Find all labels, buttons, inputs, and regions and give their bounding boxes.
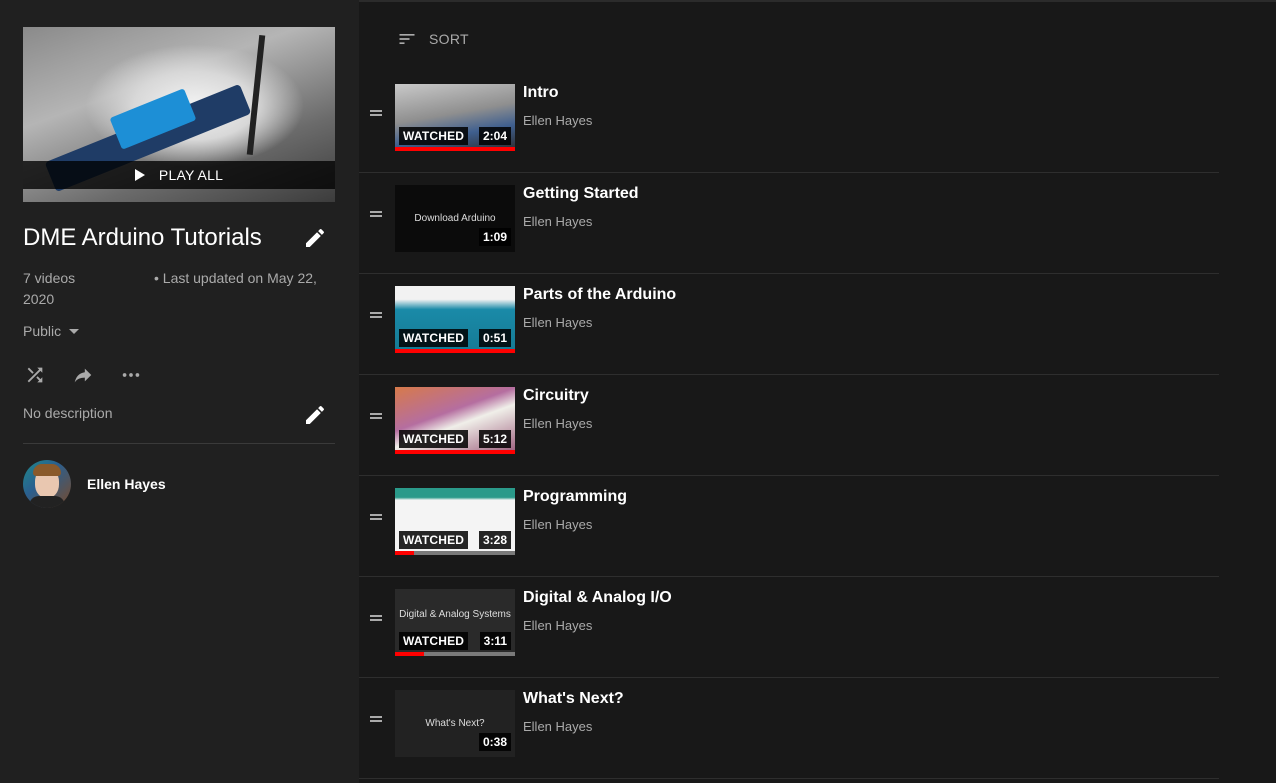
avatar-shirt: [29, 496, 65, 508]
duration-badge: 3:11: [479, 632, 511, 650]
video-channel[interactable]: Ellen Hayes: [523, 719, 592, 734]
duration-badge: 0:51: [478, 329, 511, 347]
duration-badge: 2:04: [478, 127, 511, 145]
edit-title-button[interactable]: [303, 226, 327, 250]
video-row[interactable]: WATCHED 0:51 Parts of the Arduino Ellen Hay…: [359, 274, 1219, 375]
watch-progress-bar: [395, 551, 515, 555]
play-icon: [134, 169, 145, 181]
video-channel[interactable]: Ellen Hayes: [523, 416, 592, 431]
shuffle-icon: [27, 367, 43, 383]
duration-badge: 0:38: [478, 733, 511, 751]
pencil-icon: [306, 405, 325, 424]
video-channel[interactable]: Ellen Hayes: [523, 618, 592, 633]
playlist-owner[interactable]: Ellen Hayes: [23, 460, 166, 508]
video-channel[interactable]: Ellen Hayes: [523, 214, 592, 229]
last-updated-year: 2020: [23, 291, 55, 307]
duration-badge: 5:12: [478, 430, 511, 448]
video-row[interactable]: WATCHED 3:28 Programming Ellen Hayes: [359, 476, 1219, 577]
thumbnail-caption: Download Arduino: [414, 213, 496, 224]
privacy-label: Public: [23, 323, 62, 339]
video-title[interactable]: Programming: [523, 488, 627, 506]
playlist-sidebar: PLAY ALL DME Arduino Tutorials 7 videos …: [0, 0, 359, 783]
thumbnail-caption: Digital & Analog Systems: [399, 609, 511, 620]
video-thumbnail[interactable]: WATCHED 5:12: [395, 387, 515, 454]
watched-badge: WATCHED: [399, 329, 469, 347]
watch-progress-bar: [395, 652, 515, 656]
play-all-button[interactable]: PLAY ALL: [23, 161, 335, 189]
last-updated: • Last updated on May 22,: [154, 270, 317, 286]
watch-progress-fill: [395, 349, 515, 353]
watch-progress-bar: [395, 450, 515, 454]
thumbnail-caption: What's Next?: [425, 718, 485, 729]
playlist-description: No description: [23, 405, 113, 421]
video-thumbnail[interactable]: What's Next? 0:38: [395, 690, 515, 757]
edit-description-button[interactable]: [303, 403, 327, 427]
watched-badge: WATCHED: [399, 430, 469, 448]
watch-progress-fill: [395, 147, 515, 151]
duration-badge: 1:09: [478, 228, 511, 246]
playlist-title: DME Arduino Tutorials: [23, 224, 262, 251]
video-row[interactable]: Digital & Analog Systems WATCHED 3:11 Digit…: [359, 577, 1219, 678]
video-channel[interactable]: Ellen Hayes: [523, 315, 592, 330]
share-icon: [74, 368, 92, 383]
sort-icon: [399, 34, 415, 44]
video-channel[interactable]: Ellen Hayes: [523, 517, 592, 532]
video-row[interactable]: WATCHED 2:04 Intro Ellen Hayes: [359, 72, 1219, 173]
duration-badge: 3:28: [478, 531, 511, 549]
video-thumbnail[interactable]: WATCHED 3:28: [395, 488, 515, 555]
watched-badge: WATCHED: [399, 632, 469, 650]
watch-progress-fill: [395, 652, 424, 656]
owner-name[interactable]: Ellen Hayes: [87, 476, 166, 492]
video-title[interactable]: Getting Started: [523, 185, 639, 203]
video-list-panel: SORT WATCHED 2:04 Intro Ellen Hayes Download…: [359, 0, 1276, 783]
drag-handle-icon[interactable]: [370, 211, 382, 217]
video-channel[interactable]: Ellen Hayes: [523, 113, 592, 128]
drag-handle-icon[interactable]: [370, 615, 382, 621]
video-thumbnail[interactable]: WATCHED 0:51: [395, 286, 515, 353]
avatar[interactable]: [23, 460, 71, 508]
watch-progress-fill: [395, 551, 415, 555]
shuffle-button[interactable]: [23, 363, 47, 387]
video-title[interactable]: What's Next?: [523, 690, 624, 708]
play-all-label: PLAY ALL: [158, 167, 224, 183]
share-button[interactable]: [71, 363, 95, 387]
video-thumbnail[interactable]: Download Arduino 1:09: [395, 185, 515, 252]
more-horiz-icon: [122, 373, 140, 377]
video-title[interactable]: Intro: [523, 84, 559, 102]
video-row[interactable]: WATCHED 5:12 Circuitry Ellen Hayes: [359, 375, 1219, 476]
video-thumbnail[interactable]: Digital & Analog Systems WATCHED 3:11: [395, 589, 515, 656]
watch-progress-bar: [395, 147, 515, 151]
watched-badge: WATCHED: [399, 531, 469, 549]
more-options-button[interactable]: [119, 363, 143, 387]
video-title[interactable]: Parts of the Arduino: [523, 286, 676, 304]
video-thumbnail[interactable]: WATCHED 2:04: [395, 84, 515, 151]
caret-down-icon: [69, 329, 80, 334]
watch-progress-fill: [395, 450, 515, 454]
pencil-icon: [306, 228, 325, 247]
watched-badge: WATCHED: [399, 127, 469, 145]
video-row[interactable]: What's Next? 0:38 What's Next? Ellen Hayes: [359, 678, 1219, 779]
drag-handle-icon[interactable]: [370, 110, 382, 116]
drag-handle-icon[interactable]: [370, 514, 382, 520]
video-title[interactable]: Digital & Analog I/O: [523, 589, 672, 607]
watch-progress-bar: [395, 349, 515, 353]
playlist-actions: [23, 363, 143, 387]
divider: [23, 443, 335, 444]
drag-handle-icon[interactable]: [370, 312, 382, 318]
privacy-dropdown[interactable]: Public: [23, 323, 80, 339]
video-count: 7 videos: [23, 270, 76, 286]
video-row[interactable]: Download Arduino 1:09 Getting Started Ellen…: [359, 173, 1219, 274]
playlist-thumbnail[interactable]: PLAY ALL: [23, 27, 335, 202]
video-title[interactable]: Circuitry: [523, 387, 589, 405]
drag-handle-icon[interactable]: [370, 413, 382, 419]
page: PLAY ALL DME Arduino Tutorials 7 videos …: [0, 0, 1276, 783]
avatar-hair: [33, 464, 61, 476]
sort-button[interactable]: SORT: [397, 29, 469, 49]
sort-label: SORT: [429, 31, 469, 47]
drag-handle-icon[interactable]: [370, 716, 382, 722]
